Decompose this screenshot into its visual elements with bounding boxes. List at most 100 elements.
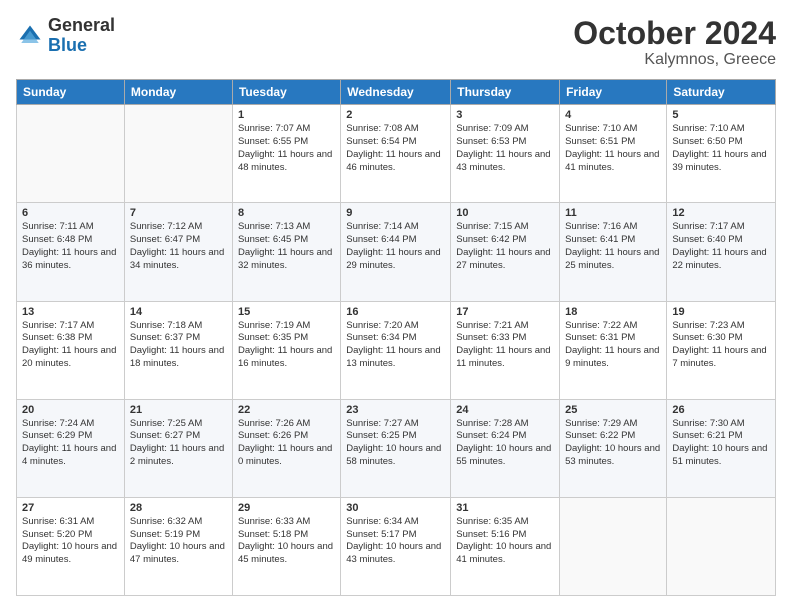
day-cell: 27 Sunrise: 6:31 AMSunset: 5:20 PMDayligh… (17, 497, 125, 595)
day-number: 23 (346, 404, 445, 416)
day-info: Sunrise: 7:26 AMSunset: 6:26 PMDaylight:… (238, 418, 335, 469)
calendar-table: SundayMondayTuesdayWednesdayThursdayFrid… (16, 79, 776, 596)
day-number: 27 (22, 502, 119, 514)
weekday-tuesday: Tuesday (232, 80, 340, 105)
day-number: 28 (130, 502, 227, 514)
day-cell: 18 Sunrise: 7:22 AMSunset: 6:31 PMDayligh… (560, 301, 667, 399)
day-number: 24 (456, 404, 554, 416)
day-info: Sunrise: 7:18 AMSunset: 6:37 PMDaylight:… (130, 320, 227, 371)
weekday-monday: Monday (124, 80, 232, 105)
day-cell: 21 Sunrise: 7:25 AMSunset: 6:27 PMDayligh… (124, 399, 232, 497)
day-cell: 29 Sunrise: 6:33 AMSunset: 5:18 PMDayligh… (232, 497, 340, 595)
day-cell: 6 Sunrise: 7:11 AMSunset: 6:48 PMDaylight… (17, 203, 125, 301)
day-info: Sunrise: 7:16 AMSunset: 6:41 PMDaylight:… (565, 221, 661, 272)
day-cell (17, 105, 125, 203)
day-info: Sunrise: 7:27 AMSunset: 6:25 PMDaylight:… (346, 418, 445, 469)
day-cell: 28 Sunrise: 6:32 AMSunset: 5:19 PMDayligh… (124, 497, 232, 595)
day-info: Sunrise: 7:30 AMSunset: 6:21 PMDaylight:… (672, 418, 770, 469)
day-info: Sunrise: 6:32 AMSunset: 5:19 PMDaylight:… (130, 516, 227, 567)
day-cell: 24 Sunrise: 7:28 AMSunset: 6:24 PMDayligh… (451, 399, 560, 497)
day-info: Sunrise: 7:17 AMSunset: 6:38 PMDaylight:… (22, 320, 119, 371)
day-info: Sunrise: 7:13 AMSunset: 6:45 PMDaylight:… (238, 221, 335, 272)
day-number: 1 (238, 109, 335, 121)
day-number: 10 (456, 207, 554, 219)
day-number: 19 (672, 306, 770, 318)
day-info: Sunrise: 7:25 AMSunset: 6:27 PMDaylight:… (130, 418, 227, 469)
day-info: Sunrise: 7:07 AMSunset: 6:55 PMDaylight:… (238, 123, 335, 174)
day-info: Sunrise: 7:09 AMSunset: 6:53 PMDaylight:… (456, 123, 554, 174)
day-number: 16 (346, 306, 445, 318)
title-block: October 2024 Kalymnos, Greece (573, 16, 776, 69)
day-info: Sunrise: 7:29 AMSunset: 6:22 PMDaylight:… (565, 418, 661, 469)
day-cell: 23 Sunrise: 7:27 AMSunset: 6:25 PMDayligh… (341, 399, 451, 497)
day-number: 4 (565, 109, 661, 121)
day-number: 7 (130, 207, 227, 219)
weekday-friday: Friday (560, 80, 667, 105)
day-info: Sunrise: 6:33 AMSunset: 5:18 PMDaylight:… (238, 516, 335, 567)
day-info: Sunrise: 7:12 AMSunset: 6:47 PMDaylight:… (130, 221, 227, 272)
day-cell: 13 Sunrise: 7:17 AMSunset: 6:38 PMDayligh… (17, 301, 125, 399)
day-info: Sunrise: 7:21 AMSunset: 6:33 PMDaylight:… (456, 320, 554, 371)
logo-general-text: General (48, 15, 115, 35)
day-info: Sunrise: 7:23 AMSunset: 6:30 PMDaylight:… (672, 320, 770, 371)
day-number: 15 (238, 306, 335, 318)
location: Kalymnos, Greece (573, 51, 776, 69)
day-number: 30 (346, 502, 445, 514)
day-info: Sunrise: 7:28 AMSunset: 6:24 PMDaylight:… (456, 418, 554, 469)
day-number: 13 (22, 306, 119, 318)
day-number: 22 (238, 404, 335, 416)
day-cell: 9 Sunrise: 7:14 AMSunset: 6:44 PMDaylight… (341, 203, 451, 301)
day-cell: 19 Sunrise: 7:23 AMSunset: 6:30 PMDayligh… (667, 301, 776, 399)
day-info: Sunrise: 7:19 AMSunset: 6:35 PMDaylight:… (238, 320, 335, 371)
logo-icon (16, 22, 44, 50)
day-number: 9 (346, 207, 445, 219)
day-cell: 31Sunrise: 6:35 AMSunset: 5:16 PMDayligh… (451, 497, 560, 595)
day-cell: 15 Sunrise: 7:19 AMSunset: 6:35 PMDayligh… (232, 301, 340, 399)
day-cell (667, 497, 776, 595)
day-number: 25 (565, 404, 661, 416)
day-number: 26 (672, 404, 770, 416)
day-info: Sunrise: 7:10 AMSunset: 6:50 PMDaylight:… (672, 123, 770, 174)
day-number: 2 (346, 109, 445, 121)
day-info: Sunrise: 7:22 AMSunset: 6:31 PMDaylight:… (565, 320, 661, 371)
day-cell: 5 Sunrise: 7:10 AMSunset: 6:50 PMDaylight… (667, 105, 776, 203)
page-header: General Blue October 2024 Kalymnos, Gree… (16, 16, 776, 69)
day-number: 21 (130, 404, 227, 416)
day-cell: 16 Sunrise: 7:20 AMSunset: 6:34 PMDayligh… (341, 301, 451, 399)
day-cell: 11 Sunrise: 7:16 AMSunset: 6:41 PMDayligh… (560, 203, 667, 301)
day-number: 17 (456, 306, 554, 318)
day-cell: 22 Sunrise: 7:26 AMSunset: 6:26 PMDayligh… (232, 399, 340, 497)
day-cell: 12Sunrise: 7:17 AMSunset: 6:40 PMDayligh… (667, 203, 776, 301)
day-number: 12 (672, 207, 770, 219)
weekday-wednesday: Wednesday (341, 80, 451, 105)
week-row-4: 20Sunrise: 7:24 AMSunset: 6:29 PMDayligh… (17, 399, 776, 497)
day-cell: 8 Sunrise: 7:13 AMSunset: 6:45 PMDaylight… (232, 203, 340, 301)
day-number: 8 (238, 207, 335, 219)
day-number: 6 (22, 207, 119, 219)
day-number: 11 (565, 207, 661, 219)
day-number: 29 (238, 502, 335, 514)
weekday-thursday: Thursday (451, 80, 560, 105)
day-info: Sunrise: 7:08 AMSunset: 6:54 PMDaylight:… (346, 123, 445, 174)
day-info: Sunrise: 6:31 AMSunset: 5:20 PMDaylight:… (22, 516, 119, 567)
week-row-5: 27 Sunrise: 6:31 AMSunset: 5:20 PMDayligh… (17, 497, 776, 595)
day-info: Sunrise: 7:20 AMSunset: 6:34 PMDaylight:… (346, 320, 445, 371)
day-cell: 20Sunrise: 7:24 AMSunset: 6:29 PMDayligh… (17, 399, 125, 497)
day-info: Sunrise: 7:11 AMSunset: 6:48 PMDaylight:… (22, 221, 119, 272)
weekday-sunday: Sunday (17, 80, 125, 105)
day-cell (560, 497, 667, 595)
day-number: 18 (565, 306, 661, 318)
day-info: Sunrise: 7:14 AMSunset: 6:44 PMDaylight:… (346, 221, 445, 272)
weekday-saturday: Saturday (667, 80, 776, 105)
day-number: 3 (456, 109, 554, 121)
day-cell (124, 105, 232, 203)
day-info: Sunrise: 6:34 AMSunset: 5:17 PMDaylight:… (346, 516, 445, 567)
day-info: Sunrise: 7:10 AMSunset: 6:51 PMDaylight:… (565, 123, 661, 174)
day-cell: 30 Sunrise: 6:34 AMSunset: 5:17 PMDayligh… (341, 497, 451, 595)
day-cell: 4 Sunrise: 7:10 AMSunset: 6:51 PMDaylight… (560, 105, 667, 203)
day-number: 5 (672, 109, 770, 121)
day-info: Sunrise: 7:24 AMSunset: 6:29 PMDaylight:… (22, 418, 119, 469)
logo: General Blue (16, 16, 115, 56)
weekday-header-row: SundayMondayTuesdayWednesdayThursdayFrid… (17, 80, 776, 105)
day-cell: 2 Sunrise: 7:08 AMSunset: 6:54 PMDaylight… (341, 105, 451, 203)
